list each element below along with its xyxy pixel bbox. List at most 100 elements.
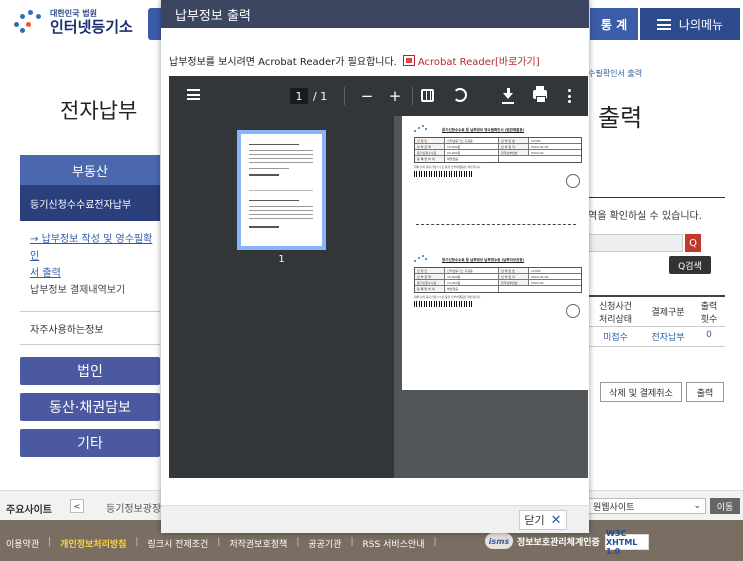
fit-page-icon[interactable]	[421, 89, 434, 102]
search-button[interactable]: Q검색	[669, 256, 711, 274]
sidebar-item-corporation[interactable]: 법인	[20, 357, 160, 385]
court-logo-icon	[12, 8, 46, 38]
cell: 납 부 일 자	[499, 274, 529, 279]
sidebar-sub-fee-payment[interactable]: 등기신청수수료전자납부	[20, 185, 160, 221]
sites-select[interactable]: 원웹사이트 ⌄	[588, 498, 706, 514]
col-status: 신청사건 처리상태	[598, 301, 633, 325]
cell: 인터넷등기소 홍길동	[445, 268, 499, 273]
close-label: 닫기	[524, 514, 545, 527]
cell: 등기신청수수료	[415, 150, 445, 155]
info-note: 역을 확인하실 수 있습니다.	[588, 211, 702, 222]
barcode	[414, 301, 474, 307]
cell: 전자납부번호	[499, 150, 529, 155]
receipt-title: 등기신청수수료 등 납부정보 납부영수증 (납부자보관용)	[442, 257, 525, 262]
search-input[interactable]	[588, 234, 683, 252]
my-menu-label: 나의메뉴	[678, 17, 724, 32]
table-row[interactable]: 미접수 전자납부 0	[588, 327, 725, 347]
cell: 납 부 금 액	[415, 144, 445, 149]
pdf-viewer: 1 / 1 − + 1 등기신청수수료 등 납부정보 영수필확인서 (법원제출용…	[169, 76, 588, 478]
footer-link-rss[interactable]: RSS 서비스안내	[363, 537, 425, 550]
zoom-out-icon[interactable]: −	[356, 85, 378, 107]
sidebar-link-payment-history[interactable]: 납부정보 결제내역보기	[30, 282, 160, 299]
cut-line	[416, 224, 576, 225]
nav-tab-edge[interactable]	[148, 8, 162, 40]
sites-prev-button[interactable]: <	[70, 499, 84, 513]
delete-cancel-payment-button[interactable]: 삭제 및 결제취소	[600, 382, 682, 402]
related-sites-label: 주요사이트	[6, 505, 52, 516]
acrobat-download-link[interactable]: Acrobat Reader[바로가기]	[418, 53, 540, 68]
sidebar-header-realestate[interactable]: 부동산	[20, 155, 160, 185]
table-row: 등 록 면 허 세 해당없음	[415, 156, 581, 162]
acrobat-notice: 납부정보를 보시려면 Acrobat Reader가 필요합니다. Acroba…	[169, 53, 540, 68]
receipt-table: 신 청 인 인터넷등기소 홍길동 납 부 번 호 12345 납 부 금 액 1…	[414, 267, 582, 293]
close-icon: ✕	[550, 512, 562, 528]
nav-stats-button[interactable]: 통 계	[590, 8, 638, 40]
zoom-in-icon[interactable]: +	[384, 85, 406, 107]
search-icon[interactable]: Q	[685, 234, 701, 252]
footer-link-public[interactable]: 공공기관	[308, 537, 341, 550]
cell: 2024-01-02	[531, 275, 549, 279]
menu-icon[interactable]	[187, 89, 200, 100]
footer-link-privacy[interactable]: 개인정보처리방침	[60, 537, 126, 550]
cell: 해당없음	[445, 156, 499, 162]
sidebar-link-print-receipt[interactable]: 서 출력	[30, 265, 160, 282]
cell: 15,000원	[445, 280, 499, 285]
cell: 0000-00	[531, 151, 544, 155]
toolbar-divider	[412, 87, 413, 105]
download-icon-base	[502, 102, 514, 104]
site-logo[interactable]: 대한민국 법원 인터넷등기소	[12, 8, 133, 38]
w3c-badge: W3C XHTML 1.0	[605, 529, 649, 556]
print-icon[interactable]	[533, 86, 547, 103]
footer-link-link-policy[interactable]: 링크시 전제조건	[147, 537, 208, 550]
cell-status: 미접수	[603, 333, 628, 343]
cell: 0000-00	[531, 281, 544, 285]
sidebar-link-create-payment[interactable]: → 납부정보 작성 및 영수필확인	[30, 231, 160, 265]
modal-footer: 닫기 ✕	[161, 505, 589, 533]
rotate-icon[interactable]	[453, 88, 467, 102]
footer-link-copyright[interactable]: 저작권보호정책	[229, 537, 287, 550]
footer-links: 이용약관 | 개인정보처리방침 | 링크시 전제조건 | 저작권보호정책 | 공공기관 |…	[6, 537, 437, 550]
more-options-icon[interactable]	[568, 89, 571, 103]
court-logo-icon	[414, 125, 428, 135]
sidebar-frequent-info[interactable]: 자주사용하는정보	[20, 311, 160, 345]
sidebar-item-other[interactable]: 기타	[20, 429, 160, 457]
payment-print-modal: 납부정보 출력 납부정보를 보시려면 Acrobat Reader가 필요합니다…	[161, 0, 589, 533]
breadcrumb[interactable]: 수필확인서 출력	[588, 68, 642, 79]
divider	[588, 197, 725, 198]
sites-go-button[interactable]: 이동	[710, 498, 740, 514]
cell: 납 부 금 액	[415, 274, 445, 279]
cell: 해당없음	[445, 286, 499, 292]
page-thumbnail[interactable]	[237, 130, 326, 250]
cell: 등기신청수수료	[415, 280, 445, 285]
receipt-payer-copy: 등기신청수수료 등 납부정보 납부영수증 (납부자보관용) 신 청 인 인터넷등…	[414, 254, 582, 318]
toolbar-divider	[344, 87, 345, 105]
cell: 납 부 일 자	[499, 144, 529, 149]
stamp-seal	[566, 174, 580, 188]
sidebar-item-movable-collateral[interactable]: 동산·채권담보	[20, 393, 160, 421]
cell	[499, 286, 581, 292]
cell: 전자납부번호	[499, 280, 529, 285]
my-menu-button[interactable]: 나의메뉴	[640, 8, 740, 40]
thumbnail-preview	[241, 134, 322, 246]
cell: 납 부 번 호	[499, 138, 529, 143]
page-title: 출력	[598, 104, 643, 132]
cell: 납 부 번 호	[499, 268, 529, 273]
print-button[interactable]: 출력	[686, 382, 724, 402]
thumbnail-page-number: 1	[278, 254, 285, 265]
page-number-input[interactable]: 1	[290, 88, 308, 104]
cell-print-count: 0	[706, 330, 712, 340]
close-button[interactable]: 닫기 ✕	[519, 510, 567, 530]
cell: 2024-01-02	[531, 145, 549, 149]
logo-title: 인터넷등기소	[50, 18, 133, 37]
cell: 신 청 인	[415, 268, 445, 273]
isms-badge: isms 정보보호관리체계인증	[485, 533, 600, 549]
isms-logo-icon: isms	[485, 533, 513, 549]
col-payment-type: 결제구분	[651, 308, 685, 318]
footer-link-terms[interactable]: 이용약관	[6, 537, 39, 550]
sites-item[interactable]: 등기정보광장	[106, 500, 161, 515]
thumbnail-sidebar: 1	[169, 116, 394, 478]
cell	[499, 156, 581, 162]
pdf-page-gap	[402, 390, 588, 478]
receipt-table: 신 청 인 인터넷등기소 홍길동 납 부 번 호 12345 납 부 금 액 1…	[414, 137, 582, 163]
cell: 15,000원	[445, 150, 499, 155]
